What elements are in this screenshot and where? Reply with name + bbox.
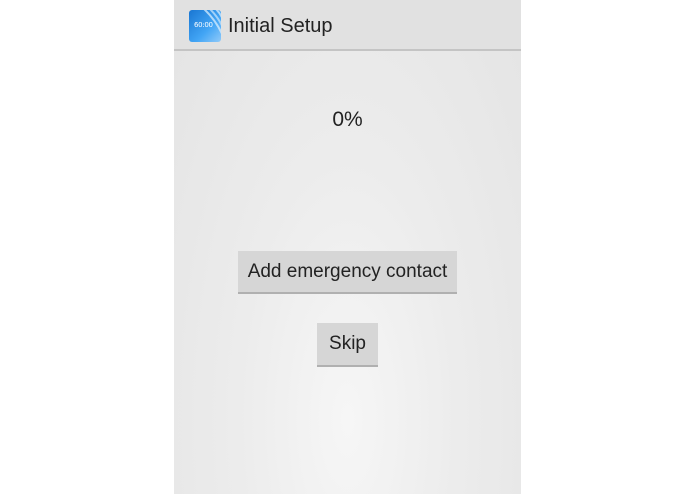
skip-button[interactable]: Skip (317, 323, 378, 367)
page-title: Initial Setup (228, 15, 333, 37)
app-screen: 60:00 Initial Setup 0% Add emergency con… (174, 0, 521, 494)
app-logo-icon[interactable]: 60:00 (189, 10, 221, 42)
app-logo-text: 60:00 (194, 21, 213, 29)
add-emergency-contact-button[interactable]: Add emergency contact (238, 251, 457, 294)
progress-percent: 0% (332, 108, 363, 131)
action-bar: 60:00 Initial Setup (174, 0, 521, 51)
